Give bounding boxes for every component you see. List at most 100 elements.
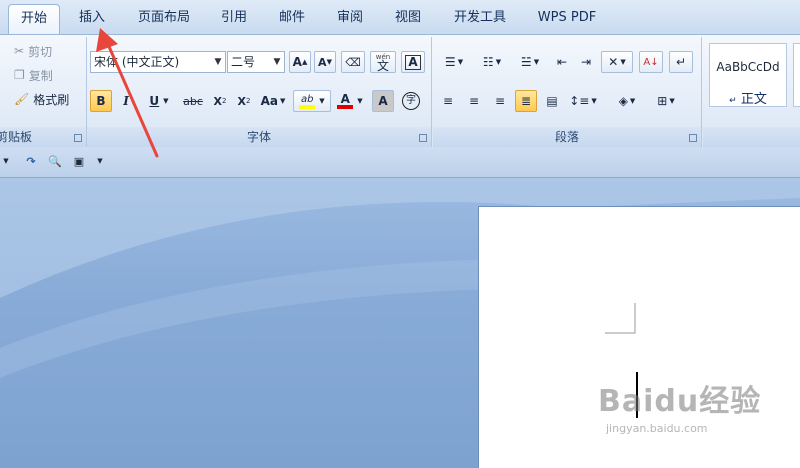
change-case-icon: Aa: [260, 94, 278, 108]
watermark-brand: Baidu经验: [598, 384, 762, 419]
grow-font-button[interactable]: A ▲: [289, 51, 311, 73]
clipboard-dialog-launcher[interactable]: [74, 134, 82, 142]
change-case-button[interactable]: Aa ▼: [257, 90, 289, 112]
undo-dropdown[interactable]: ▼: [0, 152, 12, 170]
tab-references[interactable]: 引用: [214, 0, 254, 34]
paragraph-group-label: 段落: [433, 127, 701, 147]
quick-access-toolbar: ▼ ↷ 🔍 ▣ ▼: [0, 147, 800, 178]
enclose-characters-button[interactable]: 字: [399, 90, 423, 112]
show-marks-button[interactable]: ↵: [669, 51, 693, 73]
print-preview-button[interactable]: 🔍: [46, 152, 64, 170]
chevron-down-icon: ▼: [629, 97, 636, 105]
line-spacing-button[interactable]: ↕≡ ▼: [567, 90, 599, 112]
font-size-value: 二号: [231, 55, 256, 69]
font-group-label: 字体: [87, 127, 431, 147]
style-next[interactable]: [793, 43, 800, 107]
font-color-button[interactable]: A ▼: [333, 90, 367, 112]
font-dialog-launcher[interactable]: [419, 134, 427, 142]
increase-indent-icon: ⇥: [580, 55, 592, 69]
chevron-down-icon: ▼: [457, 58, 464, 66]
sort-az-icon: A↓: [643, 56, 659, 68]
style-name-text: 正文: [740, 92, 767, 107]
enclose-characters-icon: 字: [402, 92, 420, 110]
chevron-down-icon: ▼: [280, 97, 286, 105]
tab-developer[interactable]: 开发工具: [446, 0, 514, 34]
strikethrough-button[interactable]: abc: [179, 90, 207, 112]
tab-insert[interactable]: 插入: [70, 0, 114, 34]
justify-button[interactable]: ≣: [515, 90, 537, 112]
borders-button[interactable]: ⊞ ▼: [649, 90, 683, 112]
cut-label: 剪切: [28, 44, 53, 59]
superscript-button[interactable]: X2: [233, 90, 255, 112]
customize-qat-button[interactable]: ▼: [94, 152, 106, 170]
tab-home[interactable]: 开始: [8, 4, 60, 35]
italic-button[interactable]: I: [115, 90, 137, 112]
chevron-down-icon: ▼: [214, 57, 222, 67]
chevron-down-icon: ▼: [495, 58, 502, 66]
bullets-button[interactable]: ☰ ▼: [437, 51, 471, 73]
chevron-down-icon: ▼: [319, 97, 325, 105]
align-right-icon: ≡: [494, 94, 506, 108]
underline-button[interactable]: U ▼: [142, 90, 176, 112]
align-center-button[interactable]: ≡: [463, 90, 485, 112]
copy-icon: ❐: [14, 68, 25, 82]
numbering-button[interactable]: ☷ ▼: [475, 51, 509, 73]
margin-corner-marker: [605, 303, 636, 334]
increase-indent-button[interactable]: ⇥: [575, 51, 597, 73]
character-border-button[interactable]: A: [401, 51, 425, 73]
highlight-button[interactable]: ab ▼: [293, 90, 331, 112]
printer-icon: ▣: [73, 154, 85, 168]
decrease-indent-button[interactable]: ⇤: [551, 51, 573, 73]
styles-group: AaBbCcDd ↵ 正文: [703, 37, 800, 147]
chevron-down-icon: ▼: [533, 58, 540, 66]
format-painter-label: 格式刷: [33, 92, 70, 107]
character-shading-button[interactable]: A: [372, 90, 394, 112]
tab-view[interactable]: 视图: [388, 0, 428, 34]
chinese-layout-button[interactable]: ✕ ▼: [601, 51, 633, 73]
print-button[interactable]: ▣: [70, 152, 88, 170]
tab-review[interactable]: 审阅: [330, 0, 370, 34]
multilevel-list-button[interactable]: ☱ ▼: [513, 51, 547, 73]
paintbrush-icon: 🖌: [14, 92, 30, 106]
print-preview-icon: 🔍: [48, 154, 62, 168]
highlighter-icon: ab: [301, 93, 314, 105]
style-normal[interactable]: AaBbCcDd ↵ 正文: [709, 43, 787, 107]
bold-button[interactable]: B: [90, 90, 112, 112]
numbered-list-icon: ☷: [482, 55, 494, 69]
shrink-font-button[interactable]: A ▼: [314, 51, 336, 73]
align-right-button[interactable]: ≡: [489, 90, 511, 112]
down-triangle-icon: ▼: [326, 58, 332, 66]
font-group: 宋体 (中文正文) ▼ 二号 ▼ A ▲ A ▼ ⌫ wén 文 A B I U…: [87, 37, 432, 147]
distributed-button[interactable]: ▤: [541, 90, 563, 112]
tab-page-layout[interactable]: 页面布局: [130, 0, 198, 34]
chevron-down-icon: ▼: [3, 157, 9, 165]
align-left-button[interactable]: ≡: [437, 90, 459, 112]
sort-button[interactable]: A↓: [639, 51, 663, 73]
cut-button[interactable]: ✂ 剪切: [14, 41, 52, 61]
paragraph-dialog-launcher[interactable]: [689, 134, 697, 142]
tab-wps-pdf[interactable]: WPS PDF: [530, 0, 604, 34]
ribbon-tab-bar: 开始 插入 页面布局 引用 邮件 审阅 视图 开发工具 WPS PDF: [0, 0, 800, 35]
format-painter-button[interactable]: 🖌 格式刷: [14, 89, 69, 109]
chevron-down-icon: ▼: [591, 97, 597, 105]
chinese-layout-icon: ✕: [608, 55, 619, 69]
font-name-combo[interactable]: 宋体 (中文正文) ▼: [90, 51, 226, 73]
shading-button[interactable]: ◈ ▼: [609, 90, 645, 112]
strikethrough-icon: abc: [183, 94, 203, 108]
ribbon: ✂ 剪切 ❐ 复制 🖌 格式刷 剪贴板 宋体 (中文正文) ▼ 二号 ▼ A ▲ …: [0, 34, 800, 148]
tab-mailings[interactable]: 邮件: [272, 0, 312, 34]
copy-button[interactable]: ❐ 复制: [14, 65, 53, 85]
bullet-list-icon: ☰: [444, 55, 456, 69]
font-size-combo[interactable]: 二号 ▼: [227, 51, 285, 73]
clear-format-button[interactable]: ⌫: [341, 51, 365, 73]
pinyin-char: 文: [376, 59, 389, 73]
font-name-value: 宋体 (中文正文): [94, 55, 180, 69]
paint-bucket-icon: ◈: [618, 94, 628, 108]
eraser-icon: ⌫: [345, 55, 361, 69]
redo-button[interactable]: ↷: [22, 152, 40, 170]
subscript-button[interactable]: X2: [209, 90, 231, 112]
underline-icon: U: [149, 94, 160, 108]
pinyin-guide-button[interactable]: wén 文: [370, 51, 396, 73]
font-color-bar: [337, 105, 354, 109]
grow-font-icon: A: [292, 55, 302, 69]
